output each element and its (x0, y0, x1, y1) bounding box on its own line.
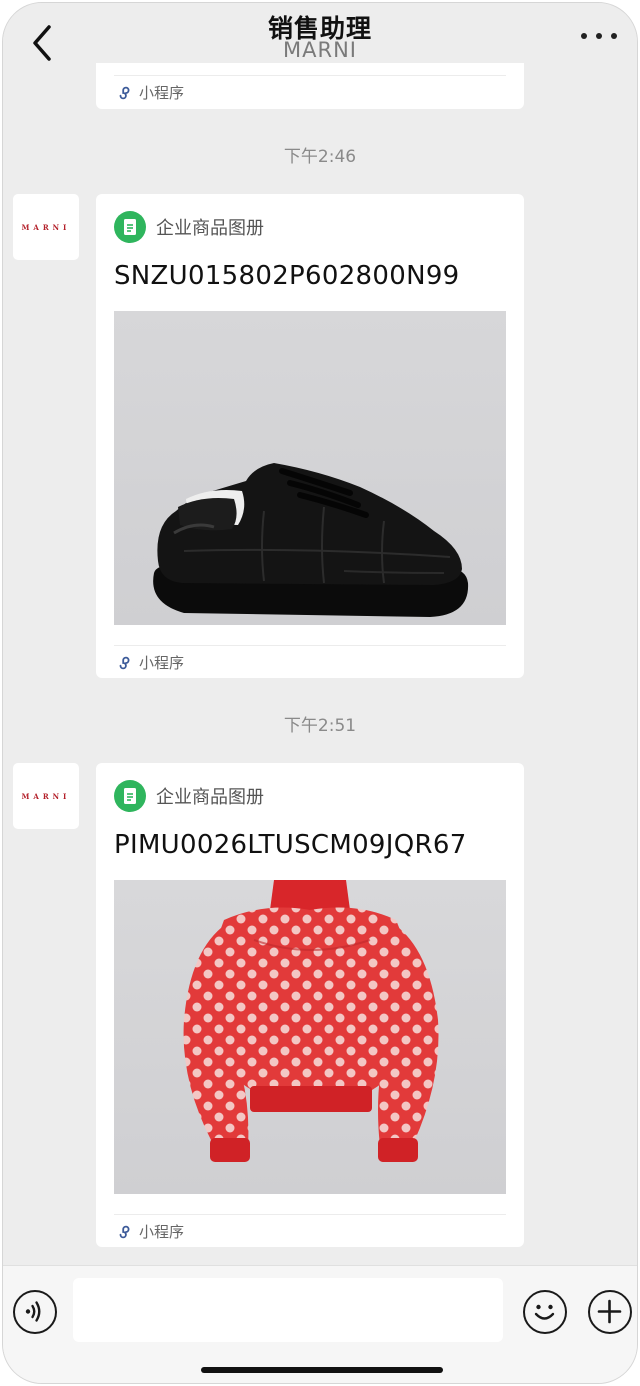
product-code: PIMU0026LTUSCM09JQR67 (114, 830, 467, 860)
mini-program-tag: 小程序 (116, 652, 184, 673)
voice-input-button[interactable] (13, 1290, 57, 1334)
document-icon (114, 780, 146, 812)
card-header: 企业商品图册 (114, 780, 264, 812)
more-dot-icon (581, 33, 587, 39)
message-timestamp: 下午2:46 (283, 147, 357, 167)
product-code: SNZU015802P602800N99 (114, 261, 460, 291)
home-indicator[interactable] (201, 1367, 443, 1373)
voice-icon (25, 1301, 41, 1322)
message-input-bar (3, 1265, 637, 1383)
mini-program-label: 小程序 (139, 654, 185, 672)
card-divider (114, 75, 506, 76)
mini-program-tag: 小程序 (116, 82, 184, 103)
mini-program-label: 小程序 (139, 84, 185, 102)
more-dot-icon (611, 33, 617, 39)
product-card[interactable]: 企业商品图册 SNZU015802P602800N99 小程序 (96, 194, 524, 678)
avatar-logo-text: MARNI (21, 222, 71, 232)
emoji-button[interactable] (523, 1290, 567, 1334)
product-card[interactable]: 企业商品图册 PIMU0026LTUSCM09JQR67 小程序 (96, 763, 524, 1247)
card-source-label: 企业商品图册 (156, 787, 264, 808)
more-functions-button[interactable] (588, 1290, 632, 1334)
avatar[interactable]: MARNI (13, 194, 79, 260)
card-header: 企业商品图册 (114, 211, 264, 243)
chat-header: 销售助理 MARNI (3, 3, 637, 69)
smiley-icon (534, 1304, 555, 1320)
avatar-logo-text: MARNI (21, 791, 71, 801)
mini-program-tag: 小程序 (116, 1221, 184, 1242)
mini-program-icon (119, 656, 130, 669)
product-image-sneaker[interactable] (114, 311, 506, 625)
mini-program-label: 小程序 (139, 1223, 185, 1241)
avatar[interactable]: MARNI (13, 763, 79, 829)
document-icon (114, 211, 146, 243)
mini-program-icon (119, 1225, 130, 1238)
more-options-button[interactable] (581, 29, 617, 43)
phone-screen: 销售助理 MARNI 小程序 下午2:46 MARNI 企业商品图册 SNZU0… (2, 2, 638, 1384)
previous-message-card[interactable]: 小程序 (96, 63, 524, 109)
chat-subtitle: MARNI (283, 38, 357, 62)
plus-icon (597, 1299, 622, 1324)
card-source-label: 企业商品图册 (156, 218, 264, 239)
card-divider (114, 1214, 506, 1215)
message-input[interactable] (73, 1278, 503, 1342)
card-divider (114, 645, 506, 646)
product-image-sweater[interactable] (114, 880, 506, 1194)
mini-program-icon (119, 86, 130, 99)
message-timestamp: 下午2:51 (283, 716, 357, 736)
more-dot-icon (596, 33, 602, 39)
